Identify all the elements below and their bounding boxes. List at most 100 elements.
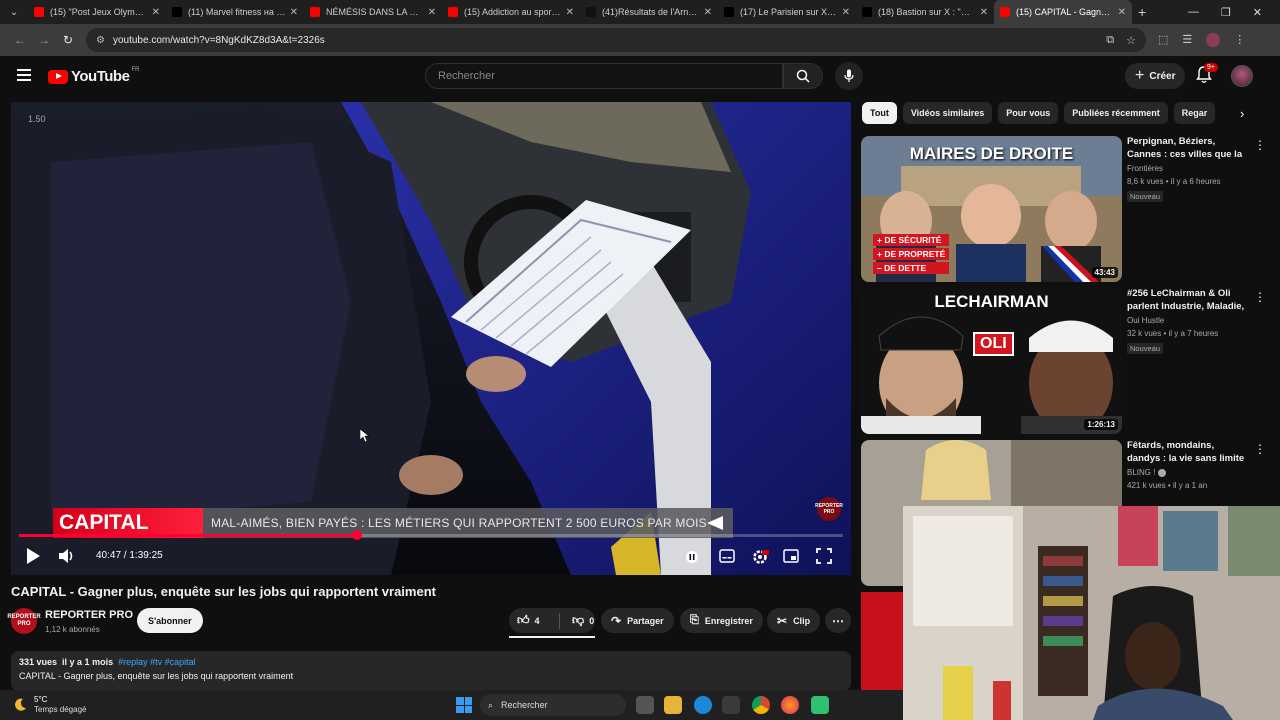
channel-name[interactable]: REPORTER PRO — [45, 609, 133, 621]
bookmark-icon: ⎘ — [690, 614, 699, 626]
recommendation-item[interactable]: LECHAIRMAN OLI 1:26:13 #256 LeChairman &… — [861, 288, 1266, 434]
filter-chip[interactable]: Regar — [1173, 102, 1216, 124]
firefox-icon[interactable] — [781, 696, 799, 714]
weather-description[interactable]: Temps dégagé — [34, 705, 86, 714]
install-app-icon[interactable]: ⧉ — [1106, 34, 1114, 47]
extensions-icon[interactable]: ⬚ — [1158, 33, 1168, 47]
close-tab-icon[interactable]: ✕ — [152, 7, 160, 18]
search-button[interactable] — [783, 63, 823, 89]
new-badge: Nouveau — [1127, 343, 1164, 354]
close-tab-icon[interactable]: ✕ — [566, 7, 574, 18]
browser-tab[interactable]: NÉMÉSIS DANS LA TOUR ✕ — [304, 0, 442, 24]
filter-chip[interactable]: Pour vous — [998, 102, 1059, 124]
menu-icon[interactable] — [17, 69, 31, 84]
media-icon[interactable]: ☰ — [1182, 33, 1192, 47]
minimize-icon[interactable]: — — [1188, 6, 1199, 19]
video-player[interactable]: 1.50 CAPITAL MAL-AIMÉS, BIEN PAYÉS : LES… — [11, 102, 851, 575]
tab-label: (15) Addiction au sport : c — [464, 7, 562, 17]
filter-chip[interactable]: Publiées récemment — [1064, 102, 1168, 124]
channel-avatar[interactable]: REPORTER PRO — [7, 608, 41, 634]
subtitles-icon[interactable] — [719, 549, 735, 563]
fullscreen-icon[interactable] — [816, 548, 832, 564]
browser-menu-icon[interactable]: ⋮ — [1234, 33, 1245, 47]
channel-watermark[interactable]: REPORTER PRO — [815, 497, 843, 521]
browser-tab[interactable]: (15) Addiction au sport : c ✕ — [442, 0, 580, 24]
play-icon[interactable] — [25, 547, 41, 565]
search-input[interactable]: Rechercher — [425, 63, 783, 89]
more-actions-button[interactable]: ⋯ — [825, 608, 851, 633]
clip-button[interactable]: ✂ Clip — [767, 608, 821, 633]
volume-icon[interactable] — [58, 547, 76, 565]
chrome-icon[interactable] — [752, 696, 770, 714]
close-tab-icon[interactable]: ✕ — [980, 7, 988, 18]
youtube-logo[interactable]: YouTube FR — [48, 67, 139, 85]
recommendation-thumbnail[interactable]: LECHAIRMAN OLI 1:26:13 — [861, 288, 1122, 434]
restore-icon[interactable]: ❐ — [1221, 6, 1231, 19]
file-explorer-icon[interactable] — [664, 696, 682, 714]
like-button[interactable]: 👍︎ 4 — [509, 613, 553, 628]
description-text: CAPITAL - Gagner plus, enquête sur les j… — [19, 671, 294, 681]
hashtags[interactable]: #replay #tv #capital — [118, 657, 196, 667]
address-bar[interactable]: ⚙ youtube.com/watch?v=8NgKdKZ8d3A&t=2326… — [86, 28, 1146, 52]
account-avatar[interactable] — [1231, 65, 1253, 87]
site-info-icon[interactable]: ⚙ — [96, 35, 105, 46]
autoplay-toggle-icon[interactable] — [685, 550, 699, 564]
recommendation-thumbnail[interactable]: MAIRES DE DROITE + DE SÉCURITÉ + DE PROP… — [861, 136, 1122, 282]
recommendation-title[interactable]: Perpignan, Béziers, Cannes : ces villes … — [1127, 136, 1249, 162]
progress-scrubber[interactable] — [351, 530, 362, 540]
browser-tab[interactable]: (41)Résultats de l'Arnold ✕ — [580, 0, 718, 24]
taskbar-search[interactable]: ⌕ Rechercher — [480, 694, 626, 716]
recommendation-thumbnail-partial[interactable] — [861, 592, 903, 690]
browser-tab[interactable]: (15) CAPITAL - Gagner plu ✕ — [994, 0, 1132, 24]
filter-chip[interactable]: Vidéos similaires — [902, 102, 993, 124]
windows-start-icon[interactable] — [456, 697, 472, 713]
close-tab-icon[interactable]: ✕ — [704, 7, 712, 18]
close-tab-icon[interactable]: ✕ — [290, 7, 298, 18]
share-button[interactable]: ↷ Partager — [601, 608, 674, 633]
tab-search-icon[interactable]: ⌄ — [0, 0, 28, 24]
create-button[interactable]: + Créer — [1125, 63, 1186, 89]
more-vertical-icon[interactable]: ⋮ — [1254, 138, 1266, 152]
recommendation-item[interactable]: MAIRES DE DROITE + DE SÉCURITÉ + DE PROP… — [861, 136, 1266, 282]
moon-weather-icon[interactable] — [12, 697, 28, 713]
settings-gear-icon[interactable] — [751, 548, 769, 566]
dislike-button[interactable]: 👎︎ 0 — [566, 613, 594, 628]
bookmark-star-icon[interactable]: ☆ — [1126, 34, 1136, 47]
more-vertical-icon[interactable]: ⋮ — [1254, 442, 1266, 456]
description-box[interactable]: 331 vues il y a 1 mois #replay #tv #capi… — [11, 651, 851, 691]
browser-tab[interactable]: (17) Le Parisien sur X : "Fu ✕ — [718, 0, 856, 24]
reload-icon[interactable]: ↻ — [56, 33, 80, 47]
filter-chip[interactable]: Tout — [862, 102, 897, 124]
thumbs-up-icon: 👍︎ — [517, 613, 530, 627]
task-view-icon[interactable] — [636, 696, 654, 714]
duration-badge: 43:43 — [1091, 267, 1118, 278]
profile-icon[interactable] — [1206, 33, 1221, 47]
close-tab-icon[interactable]: ✕ — [428, 7, 436, 18]
close-window-icon[interactable]: ✕ — [1253, 6, 1262, 19]
forward-icon[interactable]: → — [32, 33, 56, 47]
subscribe-button[interactable]: S'abonner — [137, 608, 203, 633]
store-icon[interactable] — [722, 696, 740, 714]
app-icon[interactable] — [811, 696, 829, 714]
edge-icon[interactable] — [694, 696, 712, 714]
recommendation-title[interactable]: Fêtards, mondains, dandys : la vie sans … — [1127, 440, 1249, 466]
recommendation-channel[interactable]: BLING ! — [1127, 468, 1166, 477]
browser-tab[interactable]: (11) Marvel fitness на sur X ✕ — [166, 0, 304, 24]
voice-search-button[interactable] — [835, 62, 863, 90]
chevron-right-icon[interactable]: › — [1240, 106, 1244, 121]
recommendation-title[interactable]: #256 LeChairman & Oli parlent Industrie,… — [1127, 288, 1249, 314]
close-tab-icon[interactable]: ✕ — [842, 7, 850, 18]
progress-bar[interactable] — [19, 530, 843, 540]
browser-tab[interactable]: (15) "Post Jeux Olympiques ✕ — [28, 0, 166, 24]
weather-temperature[interactable]: 5°C — [34, 695, 47, 704]
miniplayer-icon[interactable] — [783, 549, 799, 563]
save-button[interactable]: ⎘ Enregistrer — [680, 608, 763, 633]
search-placeholder: Rechercher — [438, 70, 495, 82]
new-tab-button[interactable]: + — [1132, 4, 1152, 20]
close-tab-icon[interactable]: ✕ — [1118, 7, 1126, 18]
recommendation-channel[interactable]: Oui Hustle — [1127, 316, 1164, 325]
recommendation-channel[interactable]: Frontières — [1127, 164, 1163, 173]
browser-tab[interactable]: (18) Bastion sur X : "🔴 a ✕ — [856, 0, 994, 24]
back-icon[interactable]: ← — [8, 33, 32, 47]
more-vertical-icon[interactable]: ⋮ — [1254, 290, 1266, 304]
